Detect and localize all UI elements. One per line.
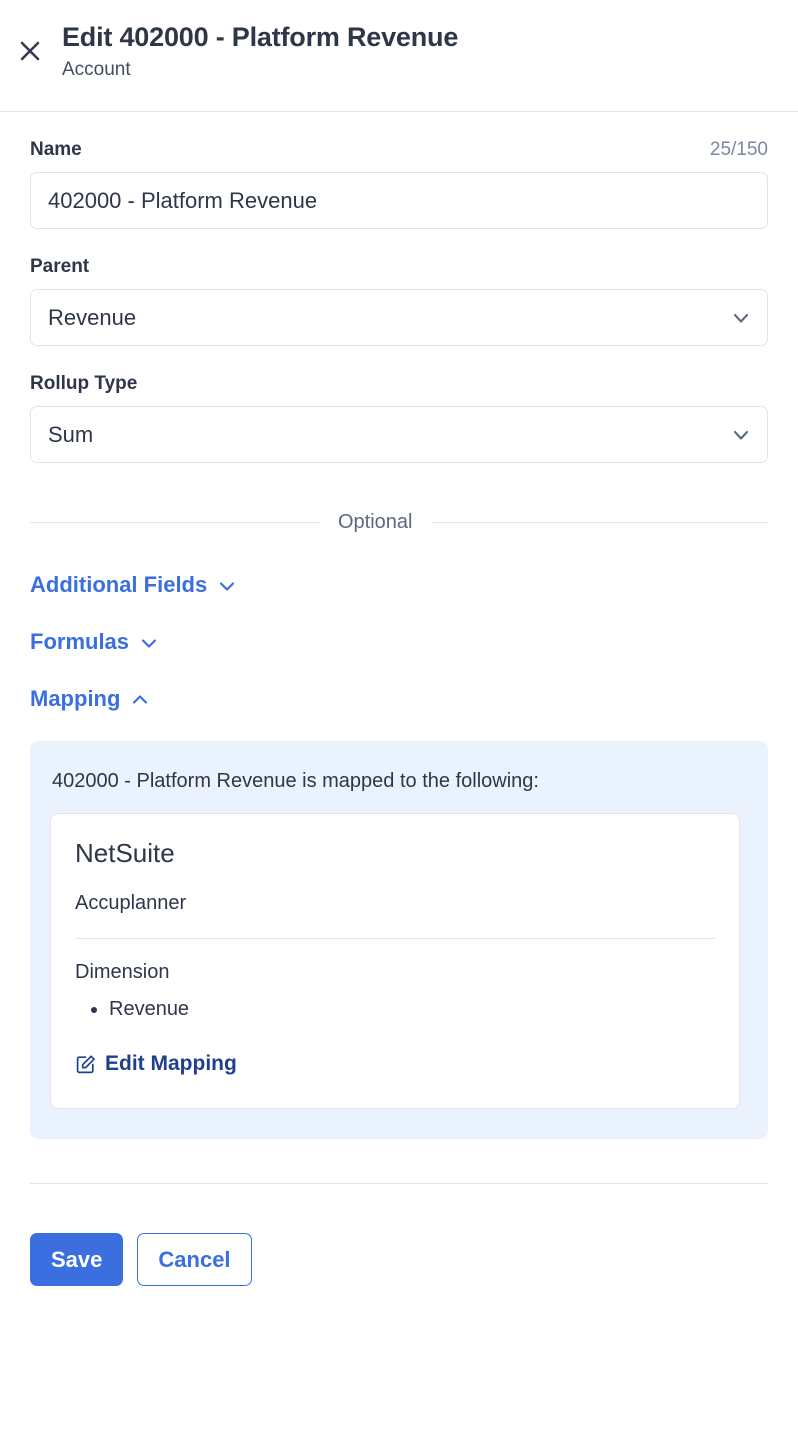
section-toggle-mapping[interactable]: Mapping — [30, 685, 150, 713]
section-label-additional-fields: Additional Fields — [30, 572, 208, 597]
mapping-card-divider — [75, 938, 715, 939]
section-label-mapping: Mapping — [30, 686, 121, 711]
list-item: Revenue — [109, 993, 715, 1025]
page-title: Edit 402000 - Platform Revenue — [62, 22, 459, 52]
name-char-counter: 25/150 — [709, 139, 768, 160]
rollup-field-header: Rollup Type — [30, 372, 768, 396]
section-label-formulas: Formulas — [30, 629, 130, 654]
section-row-additional-fields: Additional Fields — [30, 571, 768, 599]
parent-field-block: Parent Revenue — [30, 255, 768, 346]
mapping-source-app: Accuplanner — [75, 892, 187, 914]
parent-field-header: Parent — [30, 255, 768, 279]
optional-divider: Optional — [30, 510, 768, 534]
cancel-button[interactable]: Cancel — [137, 1232, 252, 1286]
section-toggle-additional-fields[interactable]: Additional Fields — [30, 571, 237, 599]
name-input[interactable] — [30, 172, 768, 229]
divider-line-right — [430, 521, 768, 523]
rollup-select-value: Sum — [48, 421, 94, 447]
mapping-intro-text: 402000 - Platform Revenue is mapped to t… — [52, 770, 539, 792]
rollup-label: Rollup Type — [30, 373, 138, 394]
mapping-source-card: NetSuite Accuplanner Dimension Revenue E… — [50, 813, 740, 1109]
mapping-dimension-list: Revenue — [75, 993, 715, 1025]
edit-pencil-icon — [75, 1054, 96, 1075]
chevron-down-icon — [217, 575, 237, 595]
mapping-source-name: NetSuite — [75, 838, 175, 868]
parent-label: Parent — [30, 256, 90, 277]
page-subtitle: Account — [62, 59, 131, 80]
modal-body: Name 25/150 Parent Revenue — [0, 138, 798, 1139]
header-text-group: Edit 402000 - Platform Revenue Account — [62, 20, 458, 83]
name-field-header: Name 25/150 — [30, 138, 768, 162]
divider-line-left — [30, 521, 320, 523]
close-icon[interactable] — [15, 36, 45, 66]
optional-label: Optional — [338, 511, 413, 533]
optional-sections: Additional Fields Formulas Mapping — [30, 571, 768, 713]
parent-select-value: Revenue — [48, 304, 137, 330]
save-button[interactable]: Save — [30, 1232, 124, 1286]
name-field-block: Name 25/150 — [30, 138, 768, 229]
parent-select[interactable]: Revenue — [30, 289, 768, 346]
modal-header: Edit 402000 - Platform Revenue Account — [0, 0, 798, 112]
rollup-field-block: Rollup Type Sum — [30, 372, 768, 463]
edit-mapping-link[interactable]: Edit Mapping — [75, 1051, 237, 1077]
rollup-select-wrap: Sum — [30, 406, 768, 463]
section-row-formulas: Formulas — [30, 628, 768, 656]
edit-account-modal: Edit 402000 - Platform Revenue Account N… — [0, 0, 798, 1446]
chevron-up-icon — [130, 689, 150, 709]
edit-mapping-label: Edit Mapping — [105, 1052, 237, 1075]
footer-actions: Save Cancel — [0, 1184, 798, 1286]
mapping-panel: 402000 - Platform Revenue is mapped to t… — [30, 741, 768, 1139]
name-label: Name — [30, 139, 82, 160]
chevron-down-icon — [139, 632, 159, 652]
rollup-select[interactable]: Sum — [30, 406, 768, 463]
mapping-dimension-label: Dimension — [75, 961, 170, 983]
parent-select-wrap: Revenue — [30, 289, 768, 346]
section-toggle-formulas[interactable]: Formulas — [30, 628, 159, 656]
section-row-mapping: Mapping — [30, 685, 768, 713]
